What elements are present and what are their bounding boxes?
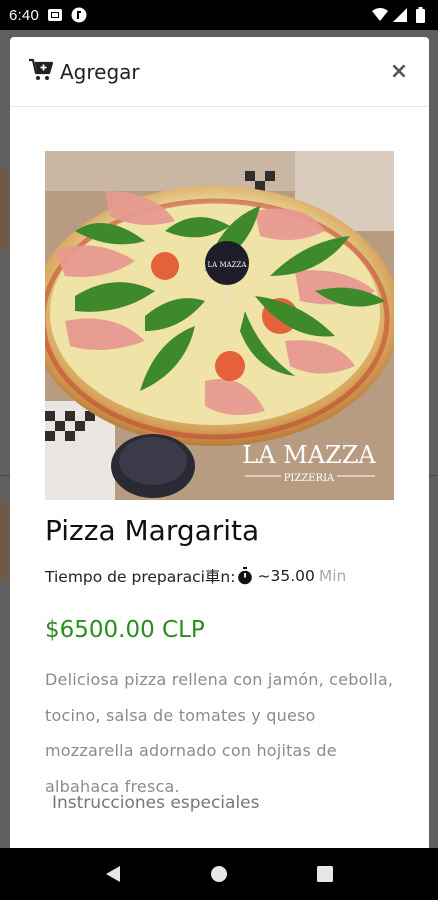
prep-time-unit: Min [318, 567, 347, 585]
close-button[interactable]: × [387, 59, 411, 84]
watermark-brand: LA MAZZA [242, 441, 376, 469]
background-card-image [0, 170, 10, 250]
status-right [372, 7, 428, 23]
dialog-title-wrap: Agregar [28, 58, 140, 86]
watermark-sub: PIZZERIA [284, 473, 335, 484]
product-description: Deliciosa pizza rellena con jamón, cebol… [45, 670, 394, 796]
home-circle-icon[interactable] [207, 862, 231, 886]
close-icon[interactable]: × [390, 59, 408, 84]
signal-icon [392, 7, 408, 23]
back-triangle-icon[interactable] [101, 862, 125, 886]
prep-time-row: Tiempo de preparaci車n: ~35.00 Min [45, 565, 394, 587]
battery-icon [412, 7, 428, 23]
cart-plus-icon [28, 58, 54, 86]
status-left: 6:40 [9, 7, 87, 24]
product-name: Pizza Margarita [45, 514, 260, 547]
status-bar: 6:40 [0, 0, 438, 30]
sim-card-icon [47, 7, 63, 23]
add-to-cart-dialog: Agregar × LA MAZZA LA MAZZA PIZZERIA Piz… [10, 37, 429, 848]
stopwatch-icon [237, 567, 253, 585]
pizza-tag-text: LA MAZZA [208, 261, 248, 269]
navigation-bar [0, 848, 438, 900]
app-notification-icon [71, 7, 87, 23]
wifi-icon [372, 7, 388, 23]
special-instructions-label: Instrucciones especiales [52, 793, 260, 813]
status-time: 6:40 [9, 6, 39, 24]
dialog-title: Agregar [60, 59, 140, 84]
prep-time-value: ~35.00 [257, 567, 315, 585]
product-price: $6500.00 CLP [45, 617, 205, 643]
dialog-body: LA MAZZA LA MAZZA PIZZERIA Pizza Margari… [10, 107, 429, 804]
product-image: LA MAZZA LA MAZZA PIZZERIA [45, 151, 394, 500]
background-card-image [0, 500, 10, 580]
dialog-header: Agregar × [10, 37, 429, 107]
prep-time-label: Tiempo de preparaci車n: [45, 568, 236, 586]
recents-square-icon[interactable] [313, 862, 337, 886]
